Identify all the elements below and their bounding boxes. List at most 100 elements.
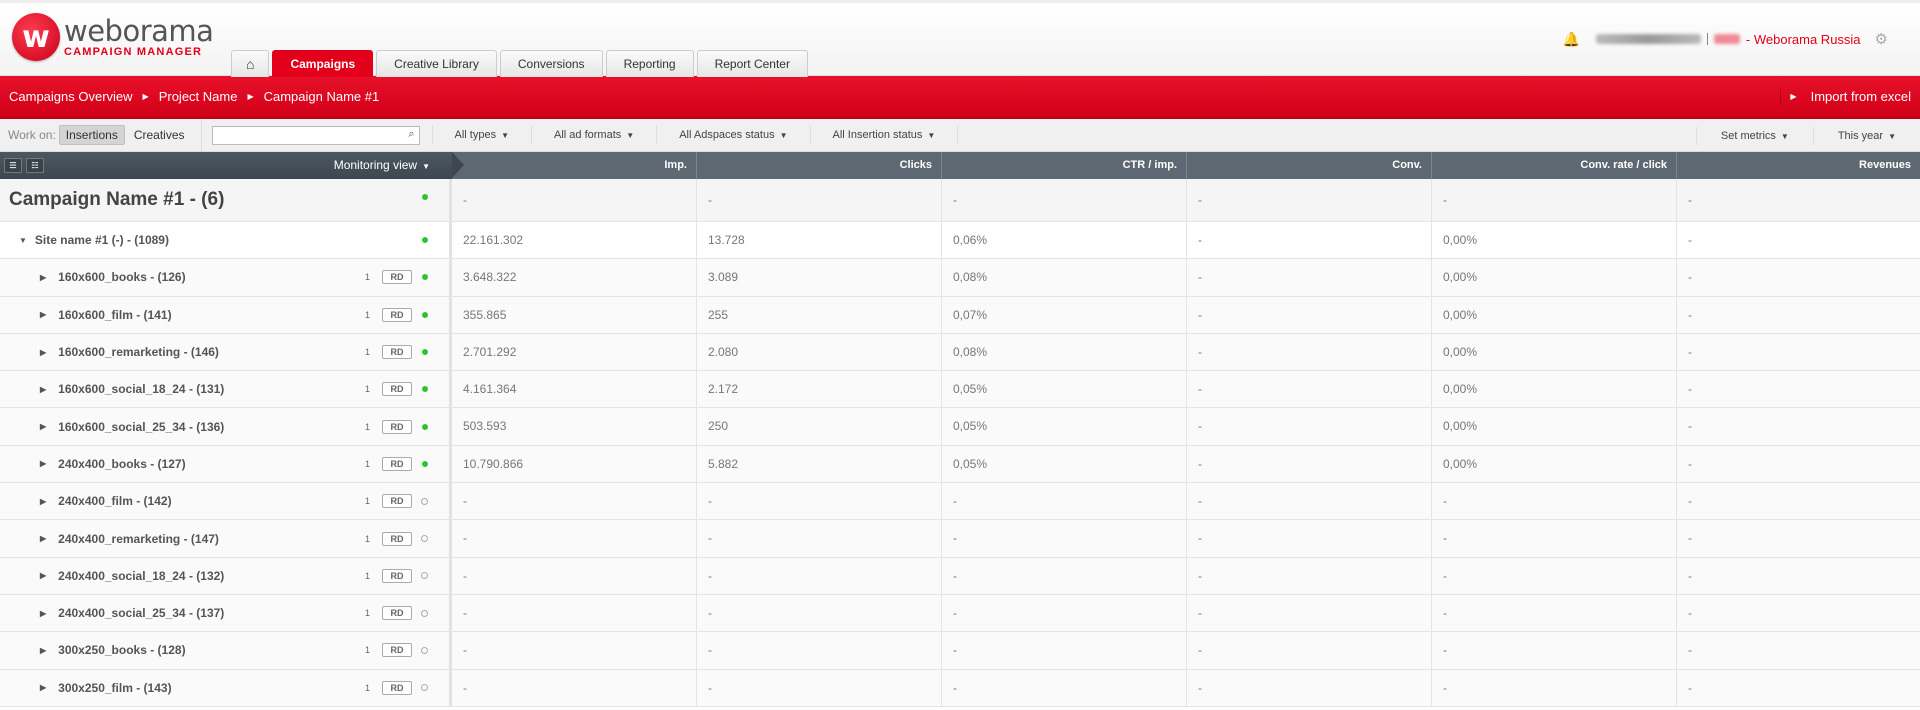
insertion-row[interactable]: ▶ 160x600_social_18_24 - (131) 1 RD 4.16… [0, 371, 1920, 409]
caret-right-icon[interactable]: ▶ [40, 646, 46, 655]
insertion-row[interactable]: ▶ 240x400_books - (127) 1 RD 10.790.866 … [0, 445, 1920, 484]
caret-right-icon[interactable]: ▶ [40, 497, 46, 506]
filter-ad-formats[interactable]: All ad formats ▼ [531, 126, 656, 144]
rd-badge[interactable]: RD [382, 270, 412, 285]
cell-conv-rate: 0,00% [1431, 371, 1676, 408]
cell-imp: - [463, 193, 467, 207]
column-revenues[interactable]: Revenues [1676, 152, 1920, 179]
cell-conv: - [1186, 520, 1431, 557]
caret-down-icon: ▼ [927, 131, 936, 140]
set-metrics-dropdown[interactable]: Set metrics ▼ [1695, 126, 1813, 145]
caret-right-icon[interactable]: ▶ [40, 422, 46, 431]
search-input[interactable]: ⌕ [211, 125, 420, 145]
logo-subtitle: CAMPAIGN MANAGER [64, 46, 203, 58]
caret-down-icon[interactable]: ▼ [19, 236, 27, 245]
cell-conv-rate: 0,00% [1431, 222, 1676, 259]
filter-insertion-status[interactable]: All Insertion status ▼ [809, 126, 959, 144]
insertion-row[interactable]: ▶ 300x250_books - (128) 1 RD - - - - - - [0, 632, 1920, 670]
insertion-name: 240x400_social_25_34 - (137) [58, 606, 225, 621]
company-name[interactable]: - Weborama Russia [1746, 32, 1861, 47]
caret-right-icon[interactable]: ▶ [40, 571, 46, 580]
filter-types[interactable]: All types ▼ [431, 126, 532, 144]
breadcrumb-campaign-name[interactable]: Campaign Name #1 [264, 89, 380, 104]
cell-conv-rate: 0,00% [1431, 408, 1676, 445]
caret-right-icon[interactable]: ▶ [40, 683, 46, 692]
column-ctr[interactable]: CTR / imp. [941, 152, 1186, 179]
campaign-name: Campaign Name #1 - (6) [9, 189, 225, 210]
caret-right-icon[interactable]: ▶ [40, 310, 46, 319]
tab-creative-library[interactable]: Creative Library [376, 50, 497, 77]
cell-ctr: 0,08% [941, 333, 1186, 371]
search-icon[interactable]: ⌕ [408, 128, 414, 141]
rd-badge[interactable]: RD [382, 456, 412, 471]
rd-badge[interactable]: RD [382, 382, 412, 397]
insertion-row[interactable]: ▶ 240x400_remarketing - (147) 1 RD - - -… [0, 520, 1920, 558]
cell-imp: 22.161.302 [463, 233, 524, 247]
tab-campaigns[interactable]: Campaigns [272, 50, 374, 77]
caret-right-icon[interactable]: ▶ [40, 459, 46, 468]
rd-badge[interactable]: RD [382, 494, 412, 509]
caret-right-icon[interactable]: ▶ [40, 609, 46, 618]
import-from-excel-button[interactable]: ▶ Import from excel [1780, 87, 1911, 106]
campaign-row[interactable]: Campaign Name #1 - (6) - - - - - - [0, 179, 1920, 222]
creatives-toggle[interactable]: Creatives [128, 126, 191, 144]
collapse-all-icon[interactable]: ☰ [4, 158, 22, 173]
rd-badge[interactable]: RD [382, 345, 412, 360]
insertion-row[interactable]: ▶ 240x400_film - (142) 1 RD - - - - - - [0, 483, 1920, 521]
column-conv-rate[interactable]: Conv. rate / click [1431, 152, 1676, 179]
rd-badge[interactable]: RD [382, 307, 412, 322]
insertion-name: 160x600_social_18_24 - (131) [58, 382, 225, 397]
breadcrumb-project-name[interactable]: Project Name [159, 89, 238, 104]
breadcrumb-campaigns-overview[interactable]: Campaigns Overview [9, 89, 133, 104]
creative-count: 1 [364, 309, 370, 320]
column-clicks[interactable]: Clicks [696, 152, 941, 179]
caret-right-icon[interactable]: ▶ [40, 273, 46, 282]
rd-badge[interactable]: RD [382, 531, 412, 546]
gear-icon[interactable]: ⚙ [1875, 30, 1888, 48]
creative-count: 1 [364, 272, 370, 283]
cell-clicks: 3.089 [696, 259, 941, 296]
insertion-row[interactable]: ▶ 160x600_remarketing - (146) 1 RD 2.701… [0, 333, 1920, 372]
status-dot [422, 311, 428, 318]
insertion-row[interactable]: ▶ 240x400_social_18_24 - (132) 1 RD - - … [0, 557, 1920, 595]
tab-report-center[interactable]: Report Center [696, 50, 808, 77]
status-dot [421, 535, 428, 543]
cell-revenues: - [1676, 520, 1920, 557]
cell-ctr: - [941, 483, 1186, 520]
logo-mark: w [12, 13, 60, 61]
insertion-row[interactable]: ▶ 160x600_social_25_34 - (136) 1 RD 503.… [0, 408, 1920, 446]
divider [200, 118, 202, 152]
weborama-logo[interactable]: w weborama CAMPAIGN MANAGER [12, 13, 214, 61]
insertion-row[interactable]: ▶ 160x600_books - (126) 1 RD 3.648.322 3… [0, 259, 1920, 297]
caret-right-icon[interactable]: ▶ [40, 385, 46, 394]
bell-icon[interactable]: 🔔 [1562, 31, 1579, 48]
rd-badge[interactable]: RD [382, 568, 412, 583]
tab-reporting[interactable]: Reporting [605, 50, 694, 77]
list-view-icon[interactable]: ☷ [26, 158, 44, 173]
caret-down-icon: ▼ [1888, 131, 1896, 141]
status-dot [421, 572, 428, 580]
rd-badge[interactable]: RD [382, 643, 412, 658]
site-row[interactable]: ▼ Site name #1 (-) - (1089) 22.161.302 1… [0, 222, 1920, 260]
insertion-row[interactable]: ▶ 300x250_film - (143) 1 RD - - - - - - [0, 669, 1920, 707]
rd-badge[interactable]: RD [382, 606, 412, 621]
insertions-toggle[interactable]: Insertions [58, 125, 125, 145]
cell-clicks: - [696, 594, 941, 632]
insertion-row[interactable]: ▶ 240x400_social_25_34 - (137) 1 RD - - … [0, 594, 1920, 633]
cell-ctr: - [941, 557, 1186, 594]
caret-right-icon[interactable]: ▶ [40, 534, 46, 543]
period-dropdown[interactable]: This year ▼ [1812, 126, 1920, 145]
rd-badge[interactable]: RD [382, 419, 412, 434]
monitoring-view-dropdown[interactable]: Monitoring view ▼ [334, 158, 430, 172]
column-imp[interactable]: Imp. [452, 152, 696, 179]
caret-right-icon[interactable]: ▶ [40, 348, 46, 357]
insertion-row[interactable]: ▶ 160x600_film - (141) 1 RD 355.865 255 … [0, 296, 1920, 334]
filter-adspaces-status[interactable]: All Adspaces status ▼ [656, 126, 809, 144]
insertion-name: 160x600_books - (126) [58, 270, 186, 285]
tab-conversions[interactable]: Conversions [499, 50, 603, 77]
cell-ctr: 0,07% [941, 296, 1186, 333]
rd-badge[interactable]: RD [382, 680, 412, 695]
column-conv[interactable]: Conv. [1186, 152, 1431, 179]
tab-home[interactable]: ⌂ [231, 50, 270, 77]
cell-revenues: - [1676, 445, 1920, 483]
